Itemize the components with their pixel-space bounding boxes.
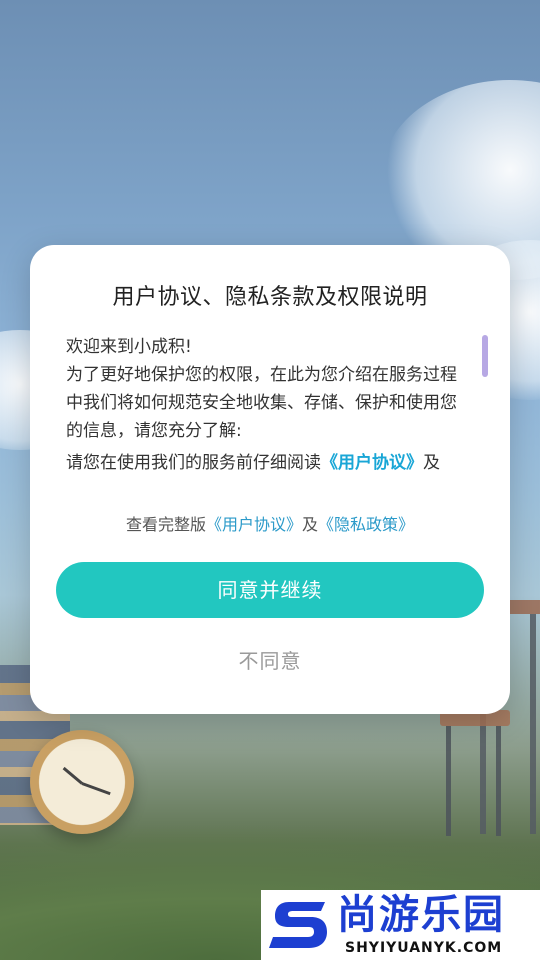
desk-leg [530, 614, 536, 834]
agreement-dialog: 用户协议、隐私条款及权限说明 欢迎来到小成积! 为了更好地保护您的权限，在此为您… [30, 245, 510, 714]
watermark-subtitle: SHYIYUANYK.COM [345, 940, 503, 956]
chair-illustration [440, 710, 520, 840]
full-version-links: 查看完整版《用户协议》及《隐私政策》 [30, 511, 510, 535]
clock-hour-hand [62, 766, 83, 785]
disagree-button[interactable]: 不同意 [30, 645, 510, 674]
scrollbar-thumb[interactable] [482, 335, 488, 377]
dialog-title: 用户协议、隐私条款及权限说明 [112, 285, 428, 310]
screen: 用户协议、隐私条款及权限说明 欢迎来到小成积! 为了更好地保护您的权限，在此为您… [0, 0, 540, 960]
agree-continue-button[interactable]: 同意并继续 [56, 562, 484, 618]
full-version-prefix: 查看完整版 [125, 515, 206, 534]
links-and-text: 及 [302, 515, 319, 534]
chair-leg [446, 726, 451, 836]
intro-text: 为了更好地保护您的权限，在此为您介绍在服务过程中我们将如何规范安全地收集、存储、… [66, 365, 457, 441]
user-agreement-link[interactable]: 《用户协议》 [206, 515, 302, 534]
clock-illustration [30, 730, 134, 834]
welcome-text: 欢迎来到小成积! [66, 337, 192, 357]
text-fade-overlay [66, 469, 476, 485]
chair-leg [496, 726, 501, 836]
s-logo-icon [269, 902, 327, 948]
site-watermark: 尚游乐园 SHYIYUANYK.COM [261, 890, 540, 960]
privacy-policy-link[interactable]: 《隐私政策》 [318, 515, 414, 534]
watermark-title: 尚游乐园 [337, 892, 505, 938]
clock-minute-hand [81, 782, 111, 796]
agreement-text-scroll[interactable]: 欢迎来到小成积! 为了更好地保护您的权限，在此为您介绍在服务过程中我们将如何规范… [66, 333, 466, 483]
